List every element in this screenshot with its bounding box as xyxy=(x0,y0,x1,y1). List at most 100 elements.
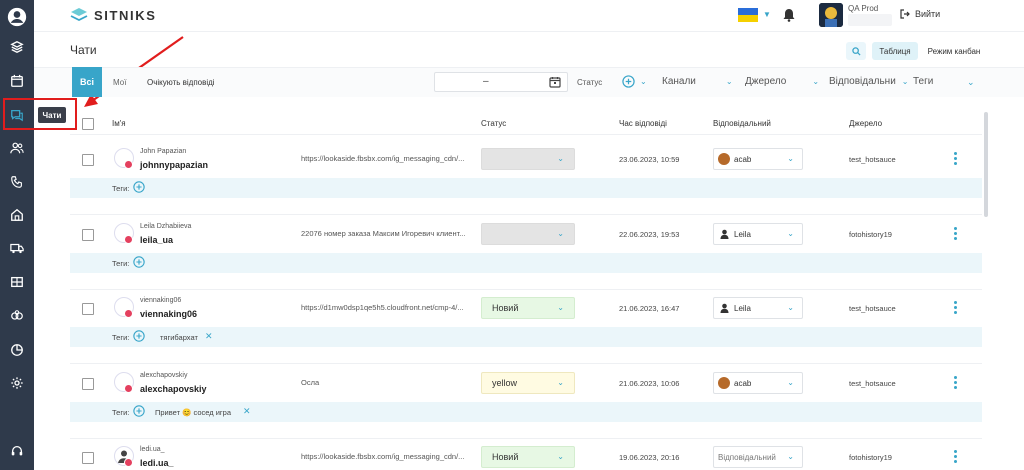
date-range-input[interactable]: – xyxy=(434,72,568,92)
vertical-scrollbar[interactable] xyxy=(984,112,988,217)
tags-label: Теги: xyxy=(112,408,130,417)
add-tag-icon[interactable] xyxy=(133,330,145,342)
remove-tag-icon[interactable]: ✕ xyxy=(243,406,251,417)
responsible-name: acab xyxy=(734,378,752,388)
integrations-icon[interactable] xyxy=(7,306,27,326)
chevron-down-icon: ⌄ xyxy=(557,303,564,312)
contact-username[interactable]: viennaking06 xyxy=(140,309,197,319)
status-select[interactable]: ⌄ xyxy=(481,223,575,245)
responsible-select[interactable]: acab ⌄ xyxy=(713,148,803,170)
responsible-name: acab xyxy=(734,154,752,164)
language-flag-icon[interactable] xyxy=(738,8,758,22)
sidebar xyxy=(0,0,34,470)
status-select[interactable]: Новий ⌄ xyxy=(481,446,575,468)
channels-filter[interactable]: Канали ⌄ xyxy=(662,76,733,87)
contact-username[interactable]: ledi.ua_ xyxy=(140,458,174,468)
responsible-select[interactable]: acab ⌄ xyxy=(713,372,803,394)
chevron-down-icon[interactable]: ⌄ xyxy=(967,77,975,88)
chevron-down-icon: ⌄ xyxy=(787,303,794,312)
account-avatar[interactable] xyxy=(819,3,843,27)
responsible-filter-label: Відповідальни xyxy=(829,76,896,87)
header-name[interactable]: Ім'я xyxy=(112,119,126,128)
responsible-select[interactable]: Leila ⌄ xyxy=(713,223,803,245)
more-options-icon[interactable] xyxy=(952,227,958,240)
delivery-truck-icon[interactable] xyxy=(7,238,27,258)
chevron-down-icon: ⌄ xyxy=(557,154,564,163)
calendar-icon[interactable] xyxy=(7,71,27,91)
logout-button[interactable]: Вийти xyxy=(900,9,940,19)
chevron-down-icon: ⌄ xyxy=(725,77,733,86)
bell-icon[interactable] xyxy=(783,8,795,22)
more-options-icon[interactable] xyxy=(952,301,958,314)
header-responsible[interactable]: Відповідальний xyxy=(713,119,771,128)
select-all-checkbox[interactable] xyxy=(82,118,94,130)
last-message[interactable]: https://lookaside.fbsbx.com/ig_messaging… xyxy=(301,452,471,461)
header-response-time[interactable]: Час відповіді xyxy=(619,119,667,128)
more-options-icon[interactable] xyxy=(952,376,958,389)
logout-label: Вийти xyxy=(915,9,941,19)
chevron-down-icon: ⌄ xyxy=(557,452,564,461)
tags-filter[interactable]: Теги xyxy=(913,76,933,87)
calendar-icon[interactable] xyxy=(549,76,561,88)
logo-icon xyxy=(70,8,88,22)
view-kanban-button[interactable]: Режим канбан xyxy=(926,42,982,60)
header-status[interactable]: Статус xyxy=(481,119,506,128)
row-main: alexchapovskiy alexchapovskiy Осла yello… xyxy=(70,364,982,402)
view-table-button[interactable]: Таблиця xyxy=(872,42,918,60)
remove-tag-icon[interactable]: ✕ xyxy=(205,331,213,342)
contact-username[interactable]: leila_ua xyxy=(140,235,173,245)
contact-username[interactable]: alexchapovskiy xyxy=(140,384,207,394)
contact-username[interactable]: johnnypapazian xyxy=(140,160,208,170)
responsible-avatar xyxy=(718,377,730,389)
responsible-name: Leila xyxy=(734,229,751,239)
analytics-icon[interactable] xyxy=(7,340,27,360)
tab-waiting-reply[interactable]: Очікують відповіді xyxy=(147,78,215,87)
last-message[interactable]: 22076 номер заказа Максим Игоревич клиен… xyxy=(301,229,471,238)
responsible-select[interactable]: Відповідальний ⌄ xyxy=(713,446,803,468)
warehouse-icon[interactable] xyxy=(7,272,27,292)
phone-icon[interactable] xyxy=(7,172,27,192)
row-checkbox[interactable] xyxy=(82,303,94,315)
tab-all[interactable]: Всі xyxy=(72,67,102,97)
shop-icon[interactable] xyxy=(7,205,27,225)
last-message[interactable]: https://d1mw0dsp1qe5h5.cloudfront.net/cm… xyxy=(301,303,471,312)
status-select[interactable]: ⌄ xyxy=(481,148,575,170)
tab-mine[interactable]: Мої xyxy=(113,78,126,87)
row-tags: Теги: тягибархат ✕ xyxy=(70,327,982,347)
settings-gear-icon[interactable] xyxy=(7,373,27,393)
status-select[interactable]: yellow ⌄ xyxy=(481,372,575,394)
app-logo[interactable]: SITNIKS xyxy=(70,7,156,23)
source-filter[interactable]: Джерело ⌄ xyxy=(745,76,819,87)
source-name: test_hotsauce xyxy=(849,379,896,388)
instagram-icon xyxy=(124,384,133,393)
more-options-icon[interactable] xyxy=(952,152,958,165)
status-select[interactable]: Новий ⌄ xyxy=(481,297,575,319)
row-main: John Papazian johnnypapazian https://loo… xyxy=(70,140,982,178)
row-checkbox[interactable] xyxy=(82,229,94,241)
responsible-filter[interactable]: Відповідальни ⌄ xyxy=(829,76,909,87)
layers-icon[interactable] xyxy=(7,37,27,57)
add-tag-icon[interactable] xyxy=(133,181,145,193)
last-message[interactable]: https://lookaside.fbsbx.com/ig_messaging… xyxy=(301,154,471,163)
chevron-down-icon[interactable]: ⌄ xyxy=(640,77,647,86)
search-button[interactable] xyxy=(846,42,866,60)
more-options-icon[interactable] xyxy=(952,450,958,463)
row-checkbox[interactable] xyxy=(82,378,94,390)
contact-name: John Papazian xyxy=(140,148,187,155)
support-headset-icon[interactable] xyxy=(7,441,27,461)
instagram-icon xyxy=(124,309,133,318)
add-tag-icon[interactable] xyxy=(133,256,145,268)
chevron-down-icon[interactable]: ▼ xyxy=(763,10,771,19)
add-status-filter-icon[interactable] xyxy=(622,75,635,88)
row-checkbox[interactable] xyxy=(82,154,94,166)
users-icon[interactable] xyxy=(7,138,27,158)
responsible-avatar xyxy=(718,153,730,165)
header-source[interactable]: Джерело xyxy=(849,119,882,128)
add-tag-icon[interactable] xyxy=(133,405,145,417)
responsible-select[interactable]: Leila ⌄ xyxy=(713,297,803,319)
profile-icon[interactable] xyxy=(5,5,29,29)
row-checkbox[interactable] xyxy=(82,452,94,464)
row-main: Leila Dzhabiieva leila_ua 22076 номер за… xyxy=(70,215,982,253)
last-message[interactable]: Осла xyxy=(301,378,471,387)
row-tags: Теги: xyxy=(70,178,982,198)
